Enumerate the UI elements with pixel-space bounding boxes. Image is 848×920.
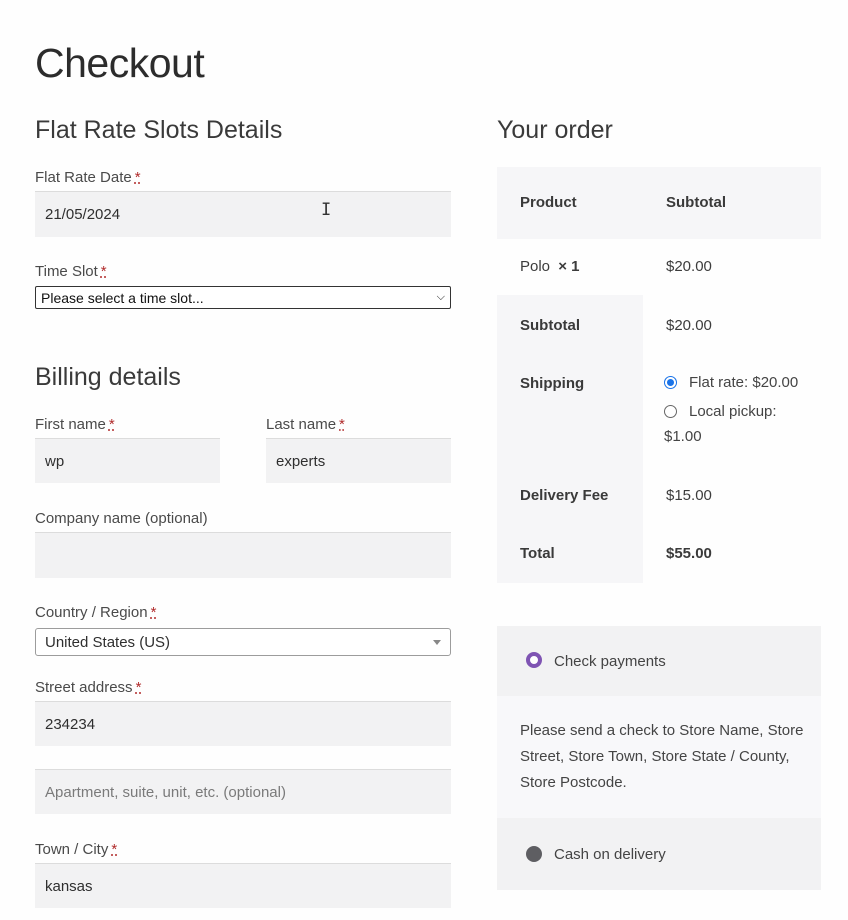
payment-method-cod[interactable]: Cash on delivery [497, 818, 821, 890]
table-row: Shipping Flat rate: $20.00 Local pickup:… [497, 353, 821, 467]
radio-unchecked-icon[interactable] [526, 846, 542, 862]
time-slot-label: Time Slot * [35, 263, 107, 280]
flat-rate-date-label: Flat Rate Date * [35, 169, 141, 186]
description-line: Street, Store Town, Store State / County… [520, 748, 790, 765]
shipping-label: Shipping [497, 353, 643, 467]
product-column-header: Product [520, 194, 577, 211]
street-address-input[interactable] [35, 701, 451, 746]
apartment-input[interactable] [35, 769, 451, 814]
last-name-label: Last name * [266, 416, 345, 433]
street-label: Street address * [35, 679, 141, 696]
subtotal-value: $20.00 [666, 317, 712, 334]
item-cell: Polo × 1 [497, 239, 643, 295]
delivery-fee-value: $15.00 [666, 487, 712, 504]
last-name-label-text: Last name [266, 416, 337, 433]
item-quantity: × 1 [558, 258, 580, 275]
chevron-down-icon: ⌵ [436, 291, 445, 303]
shipping-option-flat-rate[interactable]: Flat rate: $20.00 [664, 374, 821, 391]
country-selected-value: United States (US) [45, 633, 171, 651]
city-input[interactable] [35, 863, 451, 908]
first-name-label-text: First name [35, 416, 106, 433]
company-label: Company name (optional) [35, 510, 208, 527]
page-title: Checkout [35, 40, 205, 86]
required-mark: * [100, 263, 107, 280]
country-label: Country / Region * [35, 604, 156, 621]
check-payments-label: Check payments [554, 653, 666, 670]
billing-heading: Billing details [35, 363, 181, 391]
company-input[interactable] [35, 532, 451, 578]
table-row: Total $55.00 [497, 525, 821, 583]
city-label: Town / City * [35, 841, 117, 858]
total-label: Total [497, 525, 643, 583]
table-row: Delivery Fee $15.00 [497, 467, 821, 525]
payment-method-check[interactable]: Check payments [497, 626, 821, 696]
shipping-options: Flat rate: $20.00 Local pickup: $1.00 [643, 353, 821, 467]
total-value: $55.00 [666, 545, 712, 562]
last-name-input[interactable] [266, 438, 451, 483]
subtotal-label: Subtotal [497, 295, 643, 353]
shipping-option-flat-rate-label: Flat rate: $20.00 [689, 374, 799, 391]
street-label-text: Street address [35, 679, 133, 696]
required-mark: * [111, 841, 118, 858]
radio-checked-icon[interactable] [526, 652, 542, 668]
first-name-label: First name * [35, 416, 115, 433]
time-slot-label-text: Time Slot [35, 263, 98, 280]
required-mark: * [134, 169, 141, 186]
radio-unchecked-icon[interactable] [664, 405, 677, 418]
shipping-option-local-pickup-label: Local pickup: [689, 403, 777, 420]
check-payments-description-text: Please send a check to Store Name, Store… [520, 718, 803, 796]
required-mark: * [150, 604, 157, 621]
table-row: Product Subtotal [497, 167, 821, 239]
required-mark: * [108, 416, 115, 433]
description-line: Store Postcode. [520, 774, 627, 791]
table-row: Subtotal $20.00 [497, 295, 821, 353]
country-select[interactable]: United States (US) [35, 628, 451, 656]
caret-down-icon [433, 639, 441, 645]
time-slot-select[interactable]: Please select a time slot... ⌵ [35, 286, 451, 309]
shipping-option-local-pickup-price: $1.00 [664, 428, 702, 445]
check-payments-description: Please send a check to Store Name, Store… [497, 696, 821, 818]
text-cursor-icon: I [321, 200, 332, 220]
shipping-option-local-pickup[interactable]: Local pickup: [664, 403, 821, 420]
flat-rate-date-input[interactable] [35, 191, 451, 237]
item-name: Polo [520, 258, 551, 275]
table-row: Polo × 1 $20.00 [497, 239, 821, 295]
radio-checked-icon[interactable] [664, 376, 677, 389]
slots-heading: Flat Rate Slots Details [35, 116, 283, 144]
subtotal-column-header: Subtotal [666, 194, 726, 211]
flat-rate-date-label-text: Flat Rate Date [35, 169, 132, 186]
cash-on-delivery-label: Cash on delivery [554, 846, 666, 863]
first-name-input[interactable] [35, 438, 220, 483]
delivery-fee-label: Delivery Fee [497, 467, 643, 525]
order-heading: Your order [497, 116, 613, 144]
time-slot-selected-value: Please select a time slot... [41, 289, 204, 306]
description-line: Please send a check to Store Name, Store [520, 722, 804, 739]
city-label-text: Town / City [35, 841, 109, 858]
country-label-text: Country / Region [35, 604, 148, 621]
required-mark: * [135, 679, 142, 696]
required-mark: * [339, 416, 345, 433]
item-price: $20.00 [666, 258, 712, 275]
